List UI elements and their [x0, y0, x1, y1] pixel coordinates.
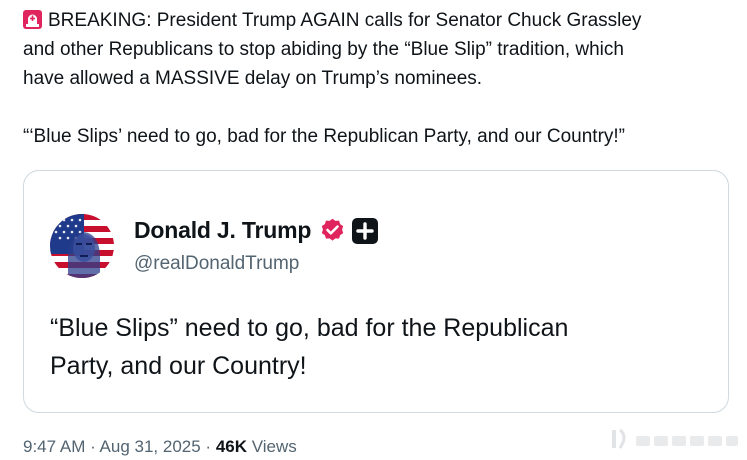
post-time[interactable]: 9:47 AM: [23, 437, 85, 456]
quoted-post-text: “Blue Slips” need to go, bad for the Rep…: [50, 309, 710, 385]
post-date[interactable]: Aug 31, 2025: [100, 437, 201, 456]
quoted-text-line-1: “Blue Slips” need to go, bad for the Rep…: [50, 314, 569, 342]
user-handle[interactable]: @realDonaldTrump: [134, 253, 299, 275]
views-label: Views: [247, 437, 297, 456]
separator-dot: ·: [85, 437, 100, 456]
watermark-logo: [606, 426, 741, 454]
plus-square-icon: [352, 217, 379, 244]
verified-badge-icon: [319, 217, 346, 244]
tweet-text: BREAKING: President Trump AGAIN calls fo…: [23, 6, 738, 151]
display-name[interactable]: Donald J. Trump: [134, 217, 311, 244]
tweet-line-1-text: BREAKING: President Trump AGAIN calls fo…: [48, 10, 642, 31]
quoted-post-card[interactable]: Donald J. Trump @realDonaldTrump “Blue S…: [23, 170, 729, 413]
separator-dot: ·: [200, 437, 216, 456]
avatar[interactable]: [50, 214, 114, 278]
tweet-line-1: BREAKING: President Trump AGAIN calls fo…: [23, 6, 738, 35]
tweet-line-2: and other Republicans to stop abiding by…: [23, 39, 624, 60]
post-meta: 9:47 AM · Aug 31, 2025 · 46K Views: [23, 437, 297, 457]
police-siren-icon: [23, 9, 42, 29]
quoted-text-line-2: Party, and our Country!: [50, 352, 307, 380]
tweet-line-3: have allowed a MASSIVE delay on Trump’s …: [23, 68, 483, 89]
name-row: Donald J. Trump: [134, 217, 379, 244]
views-count: 46K: [215, 437, 247, 456]
tweet-quote-line: “‘Blue Slips’ need to go, bad for the Re…: [23, 126, 626, 147]
